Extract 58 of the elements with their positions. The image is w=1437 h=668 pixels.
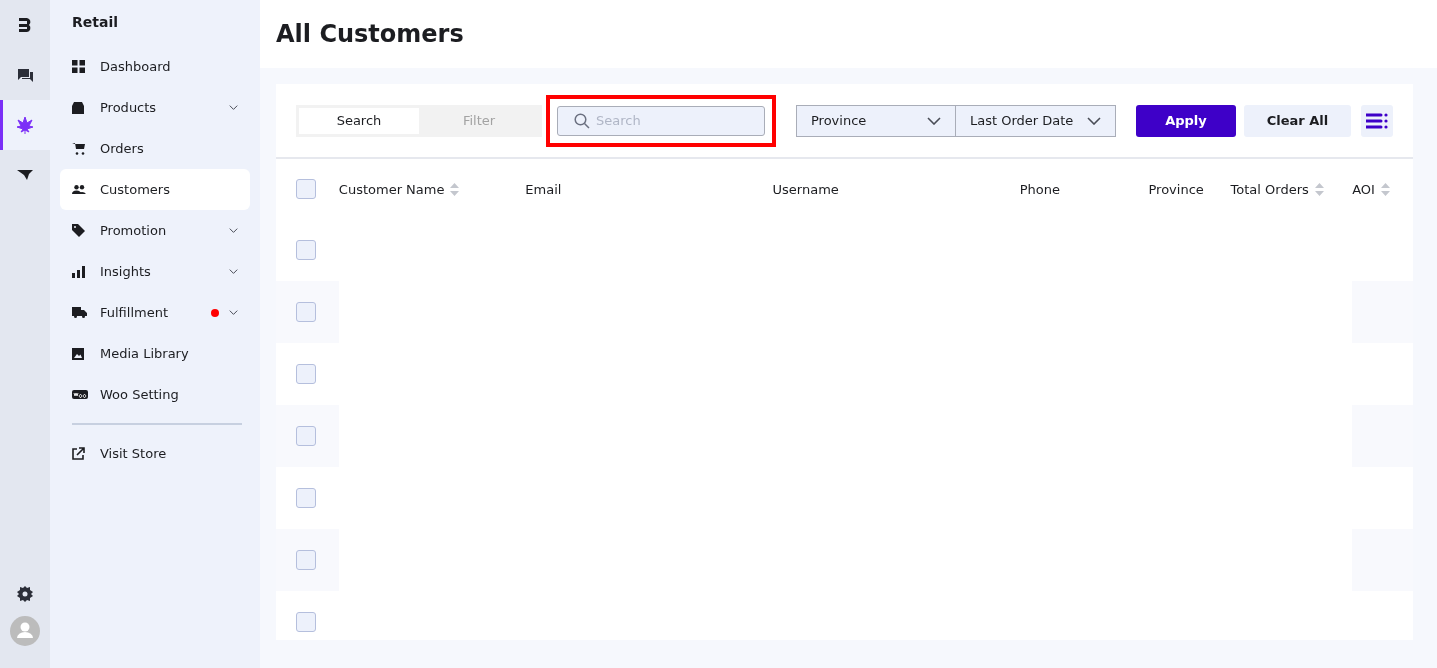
column-header: Email xyxy=(525,181,562,197)
column-header: Phone xyxy=(1019,181,1061,197)
search-field[interactable]: Search xyxy=(557,105,765,136)
logo-icon xyxy=(18,17,32,33)
column-header[interactable]: AOI xyxy=(1352,181,1375,197)
image-icon xyxy=(72,347,84,360)
column-header[interactable]: Customer Name xyxy=(338,181,445,197)
nav-item[interactable]: Products xyxy=(60,87,250,128)
sort-icon[interactable] xyxy=(1314,182,1324,196)
apply-button[interactable]: Apply xyxy=(1136,104,1236,137)
leaf-icon[interactable] xyxy=(16,116,34,134)
section-title: Retail xyxy=(72,13,119,32)
grid-icon xyxy=(72,60,85,73)
nav-item[interactable]: Media Library xyxy=(60,333,250,374)
chat-icon[interactable] xyxy=(16,67,34,83)
select-all-checkbox[interactable] xyxy=(296,179,316,199)
column-settings-button[interactable] xyxy=(1361,104,1393,137)
chevron-down-icon xyxy=(927,116,941,125)
row-checkbox[interactable] xyxy=(296,240,316,260)
avatar-icon[interactable] xyxy=(10,616,40,646)
external-link-icon xyxy=(72,447,85,460)
column-header: Province xyxy=(1148,181,1204,197)
chevron-down-icon xyxy=(1087,116,1101,125)
sort-icon[interactable] xyxy=(1380,182,1390,196)
nav-item[interactable]: Orders xyxy=(60,128,250,169)
sort-icon[interactable] xyxy=(450,182,460,196)
nav-item[interactable]: Insights xyxy=(60,251,250,292)
row-checkbox[interactable] xyxy=(296,612,316,632)
cart-icon xyxy=(72,142,85,155)
page-title: All Customers xyxy=(276,20,464,48)
clear-button[interactable]: Clear All xyxy=(1244,104,1351,137)
people-icon xyxy=(72,185,86,194)
nav-item[interactable]: Customers xyxy=(60,169,250,210)
truck-icon xyxy=(72,307,87,318)
woo-icon xyxy=(72,390,88,399)
dropdown[interactable]: Province xyxy=(796,104,956,137)
column-header[interactable]: Total Orders xyxy=(1230,181,1309,197)
tab[interactable]: Search xyxy=(299,107,419,134)
nav-item[interactable]: Visit Store xyxy=(60,433,250,474)
row-checkbox[interactable] xyxy=(296,426,316,446)
row-checkbox[interactable] xyxy=(296,364,316,384)
dropdown-label: Province xyxy=(811,113,867,128)
nav-item[interactable]: Dashboard xyxy=(60,46,250,87)
row-checkbox[interactable] xyxy=(296,550,316,570)
column-header: Username xyxy=(772,181,839,197)
search-icon xyxy=(574,112,590,129)
box-icon xyxy=(72,101,84,114)
nav-item[interactable]: Promotion xyxy=(60,210,250,251)
nav-item[interactable]: Fulfillment xyxy=(60,292,250,333)
dropdown-label: Last Order Date xyxy=(970,113,1074,128)
row-checkbox[interactable] xyxy=(296,302,316,322)
list-menu-icon xyxy=(1366,112,1388,129)
dropdown[interactable]: Last Order Date xyxy=(956,104,1116,137)
nav-item[interactable]: Woo Setting xyxy=(60,374,250,415)
tag-icon xyxy=(72,224,85,237)
settings-icon[interactable] xyxy=(17,586,33,602)
row-checkbox[interactable] xyxy=(296,488,316,508)
bars-icon xyxy=(72,265,85,278)
